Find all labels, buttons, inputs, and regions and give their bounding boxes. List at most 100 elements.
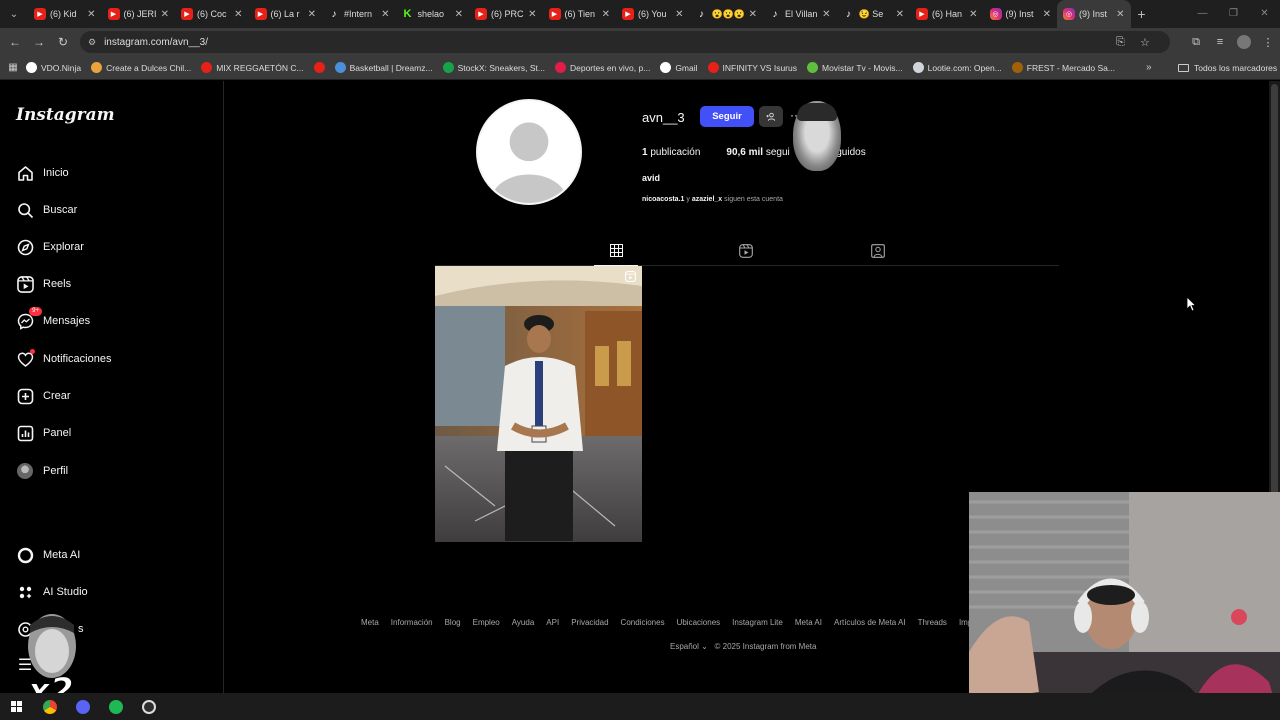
sidebar-item-crear[interactable]: Crear [16, 384, 71, 408]
post-thumbnail[interactable] [435, 266, 642, 542]
apps-grid-icon[interactable]: ▦ [0, 62, 26, 73]
sidebar-item-mensajes[interactable]: 9+ Mensajes [16, 307, 90, 333]
instagram-logo[interactable]: Instagram [16, 105, 115, 125]
close-window-icon[interactable]: ✕ [1249, 0, 1280, 28]
sidebar-item-inicio[interactable]: Inicio [16, 161, 69, 185]
followed-by-text[interactable]: nicoacosta.1 y azaziel_x siguen esta cue… [642, 196, 783, 203]
tab-reels[interactable] [724, 236, 768, 266]
tab-close-icon[interactable]: ✕ [161, 9, 169, 20]
sidebar-item-buscar[interactable]: Buscar [16, 198, 77, 222]
sidebar-item-panel[interactable]: Panel [16, 421, 71, 445]
bookmark-item[interactable]: INFINITY VS Isurus [707, 62, 797, 73]
tab-close-icon[interactable]: ✕ [749, 9, 757, 20]
footer-link[interactable]: Ayuda [512, 618, 535, 627]
browser-tab[interactable]: ▶ (6) Tien ✕ [543, 0, 617, 28]
footer-link[interactable]: Blog [445, 618, 461, 627]
install-app-icon[interactable]: ⎘ [1116, 36, 1125, 49]
bookmark-star-icon[interactable]: ☆ [1140, 36, 1150, 49]
windows-start-icon[interactable] [0, 701, 33, 712]
footer-link[interactable]: Condiciones [621, 618, 665, 627]
bookmark-item[interactable]: MIX REGGAETÓN C... [201, 62, 304, 73]
spotify-taskbar-icon[interactable] [99, 699, 132, 714]
browser-tab[interactable]: ♪ 😮😮😮 ✕ [690, 0, 764, 28]
all-bookmarks-button[interactable]: Todos los marcadores [1178, 63, 1277, 73]
sidebar-item-reels[interactable]: Reels [16, 272, 71, 296]
footer-link[interactable]: Empleo [473, 618, 500, 627]
bookmark-item[interactable]: Basketball | Dreamz... [334, 62, 433, 73]
mutual-follower-1[interactable]: nicoacosta.1 [642, 196, 684, 203]
tab-close-icon[interactable]: ✕ [896, 9, 904, 20]
footer-link[interactable]: API [546, 618, 559, 627]
browser-profile-avatar[interactable] [1237, 35, 1251, 49]
profile-picture[interactable] [476, 99, 582, 205]
tab-close-icon[interactable]: ✕ [528, 9, 536, 20]
browser-tab[interactable]: ▶ (6) Kid ✕ [28, 0, 102, 28]
browser-tab[interactable]: ▶ (6) La r ✕ [249, 0, 323, 28]
sidebar-bottom-item-meta-ai[interactable]: Meta AI [16, 543, 80, 567]
follow-button[interactable]: Seguir [700, 106, 754, 127]
language-select[interactable]: Español ⌄ [670, 642, 708, 651]
bookmark-item[interactable]: StockX: Sneakers, St... [442, 62, 545, 73]
browser-menu-icon[interactable]: ⋮ [1256, 36, 1280, 49]
sidebar-item-explorar[interactable]: Explorar [16, 235, 84, 259]
tab-close-icon[interactable]: ✕ [87, 9, 95, 20]
browser-tab[interactable]: ▶ (6) PRC ✕ [469, 0, 543, 28]
tab-close-icon[interactable]: ✕ [381, 9, 389, 20]
tab-search-icon[interactable]: ⌄ [0, 0, 28, 28]
footer-link[interactable]: Ubicaciones [677, 618, 721, 627]
site-info-icon[interactable]: ⚙ [88, 37, 96, 48]
forward-icon[interactable]: → [27, 35, 51, 49]
tab-close-icon[interactable]: ✕ [234, 9, 242, 20]
tab-close-icon[interactable]: ✕ [1043, 9, 1051, 20]
browser-tab[interactable]: ◎ (9) Inst ✕ [984, 0, 1058, 28]
tab-tagged[interactable] [856, 236, 900, 266]
media-control-icon[interactable]: ≡ [1208, 36, 1232, 48]
browser-tab[interactable]: ♪ #Intern ✕ [322, 0, 396, 28]
more-bookmarks-icon[interactable]: » [1146, 62, 1152, 73]
bookmark-item[interactable]: Deportes en vivo, p... [554, 62, 650, 73]
browser-tab[interactable]: ▶ (6) Coc ✕ [175, 0, 249, 28]
tab-close-icon[interactable]: ✕ [602, 9, 610, 20]
url-field[interactable]: ⚙ instagram.com/avn__3/ ⎘ ☆ [80, 31, 1170, 53]
bookmark-item[interactable]: FREST - Mercado Sa... [1011, 62, 1115, 73]
sidebar-bottom-item-ai-studio[interactable]: AI Studio [16, 580, 88, 604]
browser-tab[interactable]: ♪ El Villan ✕ [763, 0, 837, 28]
minimize-icon[interactable]: — [1187, 0, 1218, 28]
browser-tab[interactable]: ▶ (6) Han ✕ [910, 0, 984, 28]
new-tab-button[interactable]: + [1131, 6, 1153, 22]
tab-close-icon[interactable]: ✕ [969, 9, 977, 20]
sidebar-item-notificaciones[interactable]: Notificaciones [16, 347, 111, 371]
sidebar-item-perfil[interactable]: Perfil [16, 459, 68, 483]
extensions-icon[interactable]: ⧉ [1184, 36, 1208, 49]
bookmark-item[interactable]: Gmail [660, 62, 698, 73]
footer-link[interactable]: Instagram Lite [732, 618, 783, 627]
obs-taskbar-icon[interactable] [132, 699, 165, 714]
tab-close-icon[interactable]: ✕ [455, 9, 463, 20]
footer-link[interactable]: Meta AI [795, 618, 822, 627]
browser-tab[interactable]: ♪ 😉 Se ✕ [837, 0, 911, 28]
browser-tab[interactable]: ◎ (9) Inst ✕ [1057, 0, 1131, 28]
footer-link[interactable]: Meta [361, 618, 379, 627]
suggested-accounts-button[interactable] [759, 106, 783, 127]
tab-close-icon[interactable]: ✕ [1116, 9, 1124, 20]
restore-icon[interactable]: ❐ [1218, 0, 1249, 28]
footer-link[interactable]: Artículos de Meta AI [834, 618, 906, 627]
followers-stat[interactable]: 90,6 mil segui [726, 147, 789, 158]
bookmark-item[interactable]: VDO.Ninja [26, 62, 81, 73]
browser-tab[interactable]: ▶ (6) You ✕ [616, 0, 690, 28]
browser-tab[interactable]: Kshelao ✕ [396, 0, 470, 28]
tab-close-icon[interactable]: ✕ [822, 9, 830, 20]
bookmark-item[interactable] [313, 62, 329, 73]
chrome-taskbar-icon[interactable] [33, 699, 66, 714]
bookmark-item[interactable]: Movistar Tv - Movis... [807, 62, 903, 73]
discord-taskbar-icon[interactable] [66, 699, 99, 714]
footer-link[interactable]: Threads [918, 618, 947, 627]
footer-link[interactable]: Privacidad [571, 618, 608, 627]
tab-close-icon[interactable]: ✕ [675, 9, 683, 20]
back-icon[interactable]: ← [3, 35, 27, 49]
bookmark-item[interactable]: Lootie.com: Open... [912, 62, 1002, 73]
mutual-follower-2[interactable]: azaziel_x [692, 196, 722, 203]
footer-link[interactable]: Información [391, 618, 433, 627]
browser-tab[interactable]: ▶ (6) JERI ✕ [102, 0, 176, 28]
reload-icon[interactable]: ↻ [51, 35, 75, 49]
